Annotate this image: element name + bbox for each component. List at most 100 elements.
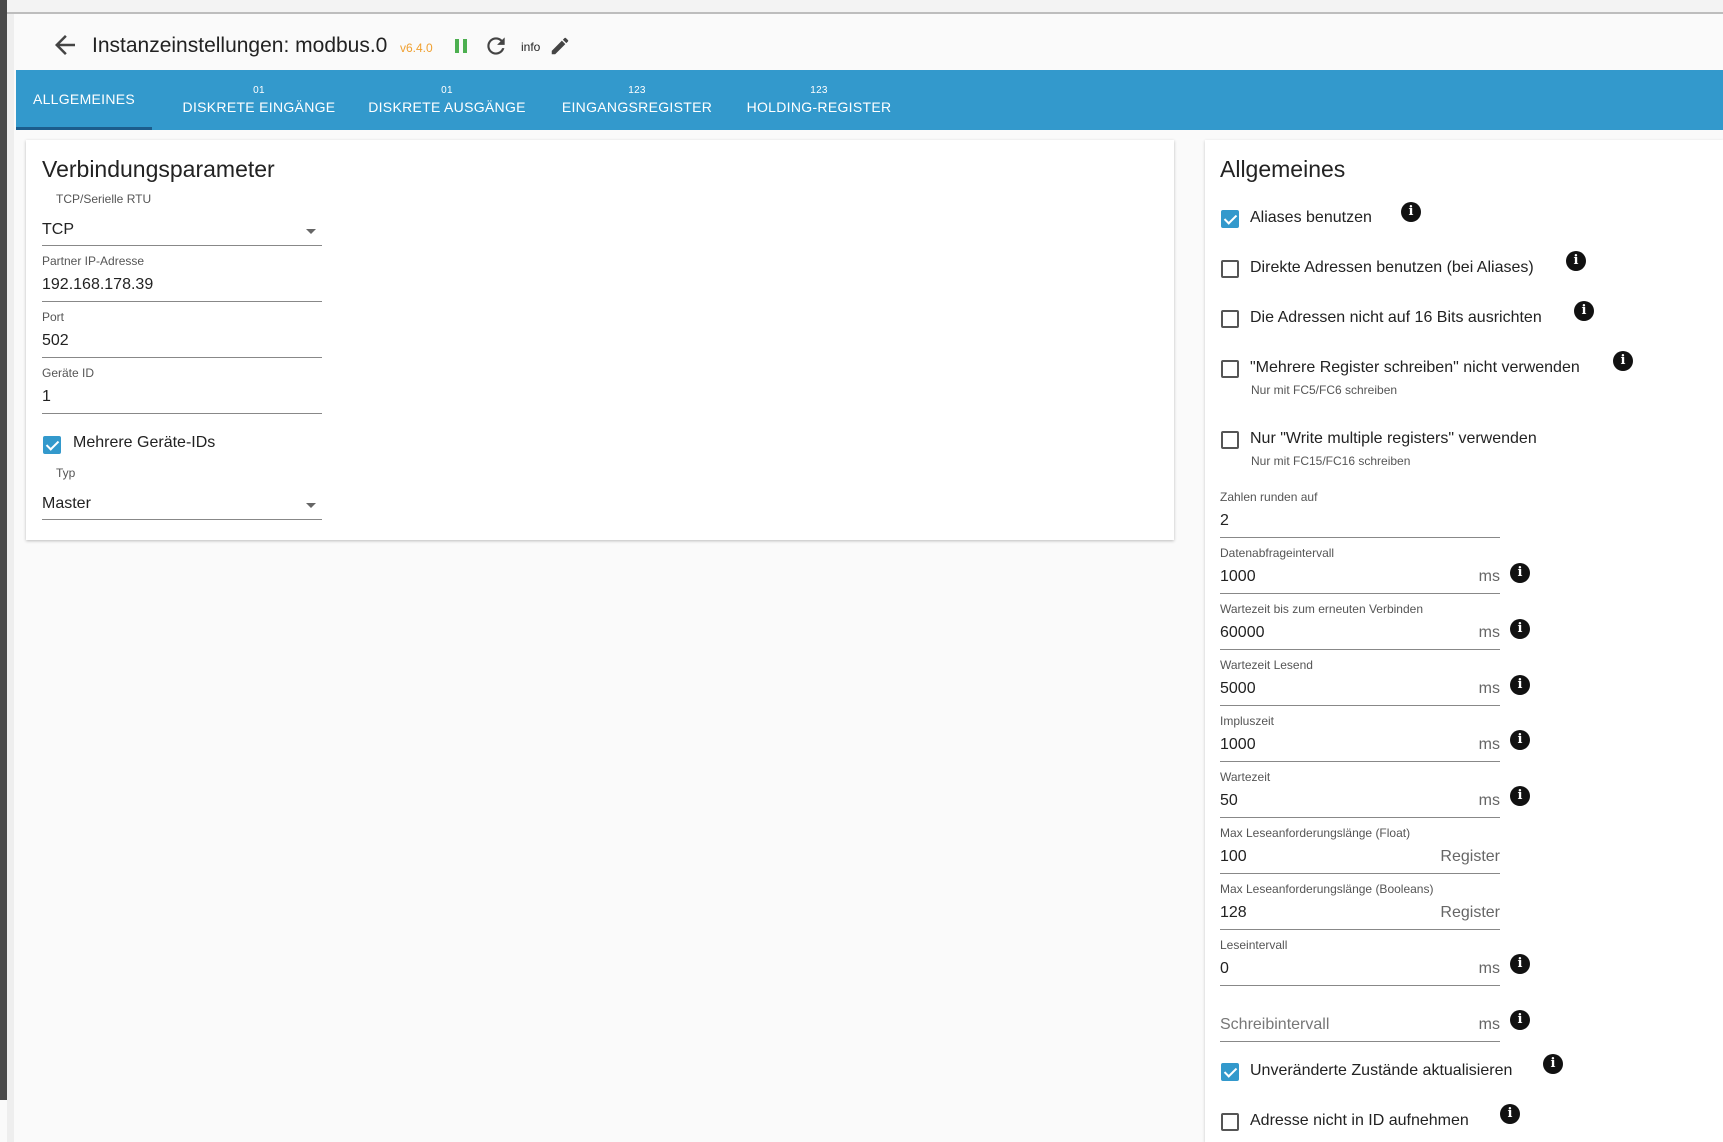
option-label: Nur "Write multiple registers" verwenden xyxy=(1250,430,1537,447)
field-unit: ms xyxy=(1478,680,1500,697)
field-underline xyxy=(42,301,322,302)
field-unit: ms xyxy=(1478,1016,1500,1033)
info-icon[interactable]: i xyxy=(1510,730,1530,750)
field-unit: ms xyxy=(1478,960,1500,977)
info-icon[interactable]: i xyxy=(1510,619,1530,639)
field-label: Zahlen runden auf xyxy=(1220,490,1318,504)
option-hint: Nur mit FC5/FC6 schreiben xyxy=(1251,383,1398,397)
dropdown-caret-icon xyxy=(306,503,316,508)
tab-diskrete-eingaenge[interactable]: 01 DISKRETE EINGÄNGE xyxy=(166,70,352,130)
window-left-edge xyxy=(0,0,7,1100)
window-left-gutter xyxy=(7,14,14,1142)
arrow-back-icon[interactable] xyxy=(50,30,80,60)
field-unit: ms xyxy=(1478,568,1500,585)
field-label: TCP/Serielle RTU xyxy=(56,192,152,206)
pause-icon[interactable] xyxy=(453,36,471,58)
edit-icon[interactable] xyxy=(549,35,571,57)
wait-time-field[interactable]: Wartezeit 50 ms xyxy=(1220,770,1500,818)
field-value: 192.168.178.39 xyxy=(42,276,154,293)
field-value: Master xyxy=(42,495,91,512)
pulse-time-field[interactable]: Impluszeit 1000 ms xyxy=(1220,714,1500,762)
field-value: 128 xyxy=(1220,904,1247,921)
ip-address-field[interactable]: Partner IP-Adresse 192.168.178.39 xyxy=(42,254,322,302)
read-interval-field[interactable]: Leseintervall 0 ms xyxy=(1220,938,1500,986)
field-label: Typ xyxy=(56,466,76,480)
field-underline xyxy=(1220,593,1500,594)
info-icon[interactable]: i xyxy=(1510,786,1530,806)
poll-interval-field[interactable]: Datenabfrageintervall 1000 ms xyxy=(1220,546,1500,594)
field-underline xyxy=(42,519,322,520)
max-read-float-field[interactable]: Max Leseanforderungslänge (Float) 100 Re… xyxy=(1220,826,1500,874)
info-icon[interactable]: i xyxy=(1566,251,1586,271)
page-title: Instanzeinstellungen: modbus.0 xyxy=(92,34,388,57)
no-address-in-id-checkbox[interactable] xyxy=(1221,1113,1239,1131)
no-multi-register-checkbox[interactable] xyxy=(1221,360,1239,378)
port-field[interactable]: Port 502 xyxy=(42,310,322,358)
tab-badge: 01 xyxy=(441,85,453,96)
field-label: Port xyxy=(42,310,65,324)
option-label: Aliases benutzen xyxy=(1250,209,1372,226)
info-icon[interactable]: i xyxy=(1401,202,1421,222)
refresh-icon[interactable] xyxy=(483,33,509,59)
field-label: Max Leseanforderungslänge (Float) xyxy=(1220,826,1411,840)
info-icon[interactable]: i xyxy=(1500,1104,1520,1124)
field-underline xyxy=(1220,929,1500,930)
max-read-bool-field[interactable]: Max Leseanforderungslänge (Booleans) 128… xyxy=(1220,882,1500,930)
update-unchanged-checkbox[interactable] xyxy=(1221,1063,1239,1081)
device-id-field[interactable]: Geräte ID 1 xyxy=(42,366,322,414)
info-icon[interactable]: i xyxy=(1543,1054,1563,1074)
info-link[interactable]: info xyxy=(521,40,540,54)
tab-label: DISKRETE AUSGÄNGE xyxy=(368,99,526,115)
direct-addresses-checkbox[interactable] xyxy=(1221,260,1239,278)
general-card: Allgemeines Aliases benutzen i Direkte A… xyxy=(1205,140,1723,1142)
reconnect-wait-field[interactable]: Wartezeit bis zum erneuten Verbinden 600… xyxy=(1220,602,1500,650)
field-value: 5000 xyxy=(1220,680,1256,697)
field-label: Max Leseanforderungslänge (Booleans) xyxy=(1220,882,1434,896)
info-icon[interactable]: i xyxy=(1510,563,1530,583)
version-badge: v6.4.0 xyxy=(400,41,433,55)
field-underline xyxy=(42,413,322,414)
protocol-select[interactable]: TCP/Serielle RTU TCP xyxy=(42,192,322,246)
read-timeout-field[interactable]: Wartezeit Lesend 5000 ms xyxy=(1220,658,1500,706)
option-label: Direkte Adressen benutzen (bei Aliases) xyxy=(1250,259,1534,276)
field-value: 1000 xyxy=(1220,568,1256,585)
field-label: Impluszeit xyxy=(1220,714,1275,728)
field-value: 502 xyxy=(42,332,69,349)
field-unit: ms xyxy=(1478,624,1500,641)
field-label: Partner IP-Adresse xyxy=(42,254,145,268)
field-unit: ms xyxy=(1478,736,1500,753)
field-placeholder: Schreibintervall xyxy=(1220,1016,1330,1033)
field-underline xyxy=(1220,649,1500,650)
info-icon[interactable]: i xyxy=(1510,675,1530,695)
tab-badge: 123 xyxy=(810,85,828,96)
field-underline xyxy=(1220,705,1500,706)
no-16bit-align-checkbox[interactable] xyxy=(1221,310,1239,328)
field-label: Geräte ID xyxy=(42,366,95,380)
multi-ids-checkbox[interactable] xyxy=(43,436,61,454)
field-unit: Register xyxy=(1440,848,1500,865)
aliases-checkbox[interactable] xyxy=(1221,210,1239,228)
field-underline xyxy=(1220,537,1500,538)
info-icon[interactable]: i xyxy=(1613,351,1633,371)
field-underline xyxy=(1220,761,1500,762)
connection-card: Verbindungsparameter TCP/Serielle RTU TC… xyxy=(26,140,1174,540)
tab-eingangsregister[interactable]: 123 EINGANGSREGISTER xyxy=(544,70,730,130)
tab-diskrete-ausgaenge[interactable]: 01 DISKRETE AUSGÄNGE xyxy=(354,70,540,130)
tab-badge: 01 xyxy=(253,85,265,96)
tab-label: DISKRETE EINGÄNGE xyxy=(182,99,336,115)
field-unit: Register xyxy=(1440,904,1500,921)
write-interval-field[interactable]: Schreibintervall ms xyxy=(1220,994,1500,1042)
info-icon[interactable]: i xyxy=(1574,301,1594,321)
info-icon[interactable]: i xyxy=(1510,1010,1530,1030)
tab-bar: ALLGEMEINES 01 DISKRETE EINGÄNGE 01 DISK… xyxy=(16,70,1723,130)
tab-allgemeines[interactable]: ALLGEMEINES xyxy=(16,70,152,130)
field-value: 2 xyxy=(1220,512,1229,529)
tab-label: EINGANGSREGISTER xyxy=(561,99,713,115)
info-icon[interactable]: i xyxy=(1510,954,1530,974)
round-digits-field[interactable]: Zahlen runden auf 2 xyxy=(1220,490,1500,538)
tab-holding-register[interactable]: 123 HOLDING-REGISTER xyxy=(726,70,912,130)
type-select[interactable]: Typ Master xyxy=(42,466,322,520)
field-underline xyxy=(42,245,322,246)
field-underline xyxy=(1220,985,1500,986)
only-write-multiple-checkbox[interactable] xyxy=(1221,431,1239,449)
